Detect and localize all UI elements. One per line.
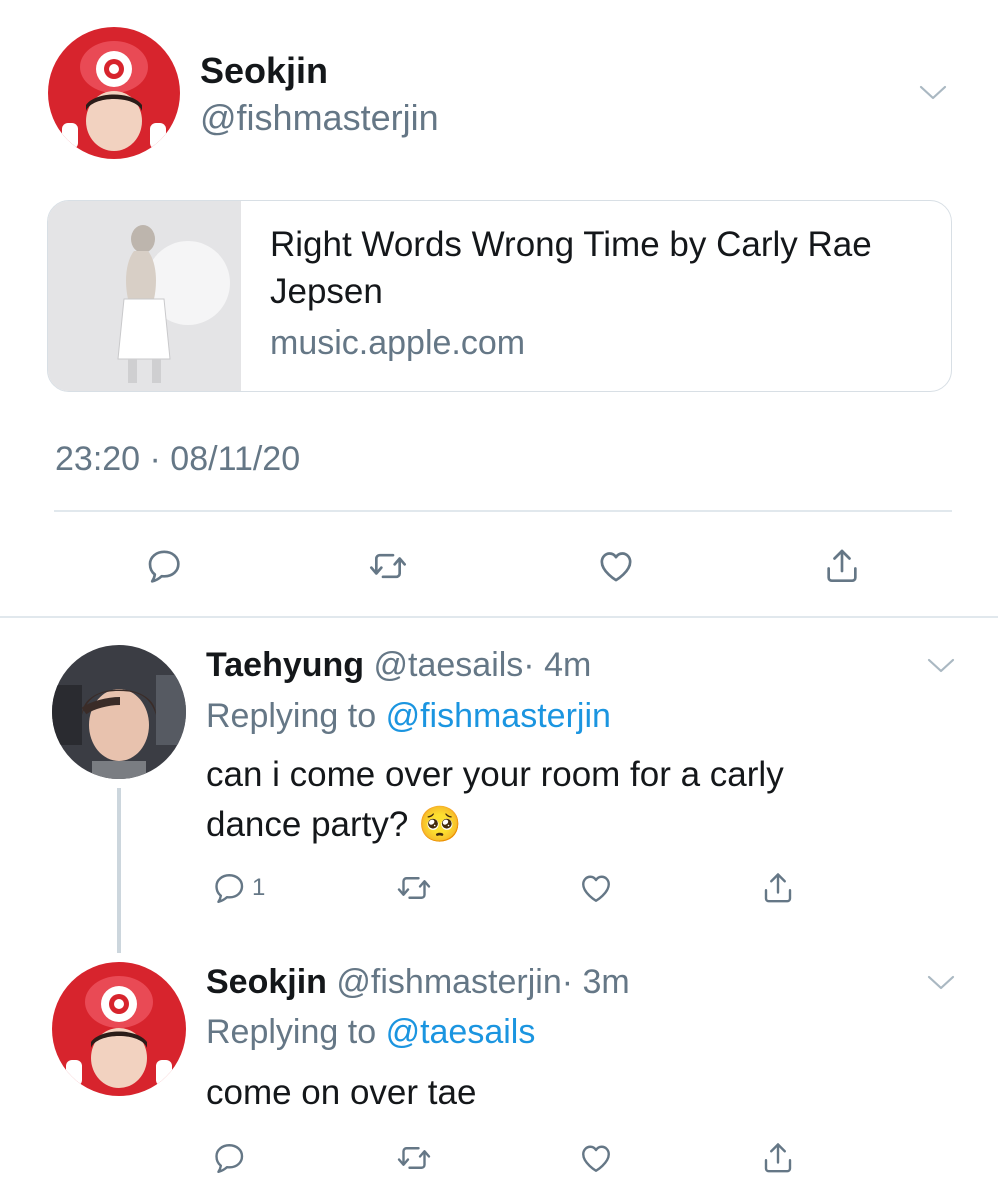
retweet-button[interactable] <box>364 542 412 590</box>
card-domain: music.apple.com <box>270 324 526 362</box>
retweet-button[interactable] <box>396 1140 432 1176</box>
retweet-icon <box>396 870 432 906</box>
reply-time: · 4m <box>523 646 592 684</box>
like-button[interactable] <box>578 870 614 906</box>
link-card[interactable]: Right Words Wrong Time by Carly Rae Jeps… <box>47 200 952 392</box>
tweet-timestamp: 23:20 · 08/11/20 <box>55 440 301 478</box>
replying-to-label: Replying to <box>206 1013 377 1051</box>
reply-icon <box>212 1140 248 1176</box>
author-handle[interactable]: @fishmasterjin <box>200 97 439 139</box>
chevron-down-icon[interactable] <box>926 972 956 992</box>
avatar[interactable] <box>48 27 180 159</box>
reply-author-handle[interactable]: @taesails <box>374 646 524 684</box>
like-icon <box>596 546 636 586</box>
share-button[interactable] <box>818 542 866 590</box>
replying-to: Replying to @fishmasterjin <box>206 697 611 736</box>
reply-button[interactable] <box>212 1140 248 1176</box>
reply-author-name[interactable]: Taehyung <box>206 646 364 684</box>
replying-to: Replying to @taesails <box>206 1013 535 1052</box>
chevron-down-icon[interactable] <box>918 82 948 102</box>
share-icon <box>822 546 862 586</box>
share-button[interactable] <box>760 1140 796 1176</box>
reply-icon <box>145 546 185 586</box>
author-name[interactable]: Seokjin <box>200 50 328 92</box>
reply-author-handle[interactable]: @fishmasterjin <box>336 963 561 1001</box>
reply-text: come on over tae <box>206 1073 477 1112</box>
reply-icon <box>212 870 248 906</box>
chevron-down-icon[interactable] <box>926 655 956 675</box>
like-button[interactable] <box>592 542 640 590</box>
reply-text: can i come over your room for a carly da… <box>206 755 784 844</box>
like-button[interactable] <box>578 1140 614 1176</box>
replying-to-mention[interactable]: @fishmasterjin <box>386 697 611 735</box>
divider <box>54 510 952 512</box>
replying-to-label: Replying to <box>206 697 377 735</box>
replying-to-mention[interactable]: @taesails <box>386 1013 536 1051</box>
album-art-thumbnail <box>48 201 241 391</box>
like-icon <box>578 870 614 906</box>
share-icon <box>760 1140 796 1176</box>
reply-count: 1 <box>252 874 266 901</box>
reply-button[interactable] <box>141 542 189 590</box>
reply-time: · 3m <box>561 963 630 1001</box>
card-title: Right Words Wrong Time by Carly Rae Jeps… <box>270 225 872 311</box>
reply-header: Taehyung @taesails· 4m <box>206 645 591 685</box>
reply-author-name[interactable]: Seokjin <box>206 963 327 1001</box>
thread-connector <box>117 788 121 953</box>
avatar[interactable] <box>52 962 186 1096</box>
reply-header: Seokjin @fishmasterjin· 3m <box>206 962 630 1002</box>
retweet-icon <box>368 546 408 586</box>
retweet-button[interactable] <box>396 870 432 906</box>
reply-button[interactable]: 1 <box>212 870 265 906</box>
avatar[interactable] <box>52 645 186 779</box>
share-button[interactable] <box>760 870 796 906</box>
divider <box>0 616 998 618</box>
retweet-icon <box>396 1140 432 1176</box>
like-icon <box>578 1140 614 1176</box>
share-icon <box>760 870 796 906</box>
